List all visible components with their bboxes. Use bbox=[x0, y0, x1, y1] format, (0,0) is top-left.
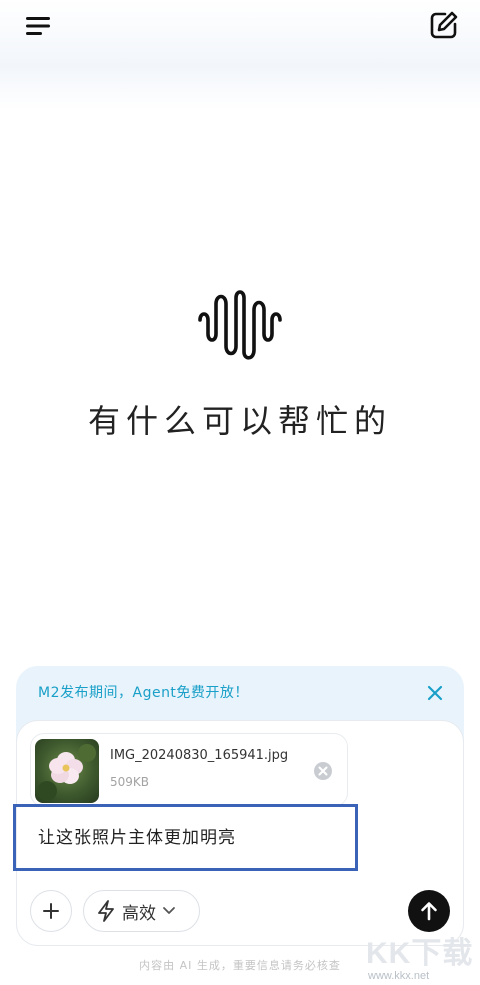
mode-label: 高效 bbox=[122, 903, 156, 924]
attachment-thumbnail bbox=[35, 739, 99, 803]
arrow-up-icon bbox=[421, 902, 437, 921]
sound-wave-logo bbox=[198, 290, 282, 360]
attachment-file-size: 509KB bbox=[110, 775, 150, 789]
menu-button[interactable] bbox=[20, 8, 56, 44]
chevron-down-icon bbox=[163, 907, 175, 914]
attachment-file-name: IMG_20240830_165941.jpg bbox=[110, 748, 289, 763]
top-bar bbox=[0, 0, 480, 110]
plus-icon bbox=[43, 903, 59, 919]
welcome-heading: 有什么可以帮忙的 bbox=[87, 402, 392, 440]
add-button[interactable] bbox=[30, 890, 72, 932]
message-input[interactable]: 让这张照片主体更加明亮 bbox=[38, 823, 236, 848]
watermark-text: KK下载 bbox=[366, 937, 474, 970]
lightning-icon bbox=[98, 900, 114, 922]
watermark-url: www.kkx.net bbox=[368, 970, 430, 982]
remove-icon bbox=[314, 762, 332, 780]
close-icon bbox=[427, 685, 443, 701]
send-button[interactable] bbox=[408, 890, 450, 932]
new-chat-button[interactable] bbox=[424, 6, 464, 44]
edit-icon bbox=[430, 11, 458, 39]
menu-icon bbox=[26, 17, 50, 35]
promo-close-button[interactable] bbox=[422, 680, 448, 706]
promo-banner-text: M2发布期间，Agent免费开放！ bbox=[38, 685, 249, 701]
mode-selector[interactable]: 高效 bbox=[83, 890, 200, 932]
remove-attachment-button[interactable] bbox=[311, 759, 335, 783]
